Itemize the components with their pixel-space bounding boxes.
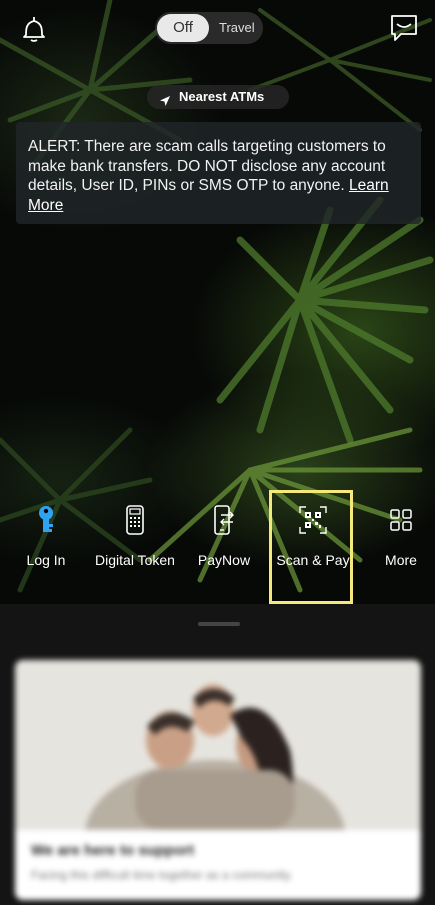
bell-icon[interactable]	[20, 14, 48, 49]
location-arrow-icon	[159, 91, 171, 115]
scam-alert-banner: ALERT: There are scam calls targeting cu…	[16, 122, 421, 224]
grid-icon	[359, 500, 435, 540]
paynow-button[interactable]: PayNow	[182, 500, 266, 568]
promo-subtitle: Facing this difficult time together as a…	[31, 868, 293, 882]
key-icon	[4, 500, 88, 540]
paynow-icon	[182, 500, 266, 540]
digital-token-label: Digital Token	[95, 552, 175, 568]
token-icon	[93, 500, 177, 540]
nearest-atms-label: Nearest ATMs	[179, 89, 265, 104]
nearest-atms-button[interactable]: Nearest ATMs	[147, 85, 289, 109]
message-icon[interactable]	[389, 13, 419, 48]
toggle-off-option[interactable]: Off	[157, 14, 209, 42]
quick-actions-bar: Log In Digital Token PayNow Scan & Pay M…	[0, 500, 435, 595]
more-label: More	[385, 552, 417, 568]
bottom-sheet[interactable]: We are here to support Facing this diffi…	[0, 604, 435, 905]
promo-card[interactable]: We are here to support Facing this diffi…	[15, 660, 421, 900]
log-in-label: Log In	[26, 552, 66, 568]
promo-title: We are here to support	[31, 842, 195, 859]
promo-caption: We are here to support Facing this diffi…	[15, 830, 421, 900]
log-in-button[interactable]: Log In	[4, 500, 88, 568]
family-photo	[15, 660, 421, 900]
more-button[interactable]: More	[359, 500, 435, 568]
toggle-travel-option[interactable]: Travel	[219, 12, 255, 44]
paynow-label: PayNow	[197, 552, 251, 568]
alert-message: ALERT: There are scam calls targeting cu…	[28, 138, 386, 194]
digital-token-button[interactable]: Digital Token	[93, 500, 177, 568]
hero-background: Off Travel Nearest ATMs ALERT: There are…	[0, 0, 435, 604]
sheet-drag-handle[interactable]	[198, 622, 240, 626]
alert-text: ALERT: There are scam calls targeting cu…	[16, 122, 421, 215]
scan-and-pay-highlight	[269, 490, 353, 604]
travel-mode-toggle[interactable]: Off Travel	[155, 12, 263, 44]
